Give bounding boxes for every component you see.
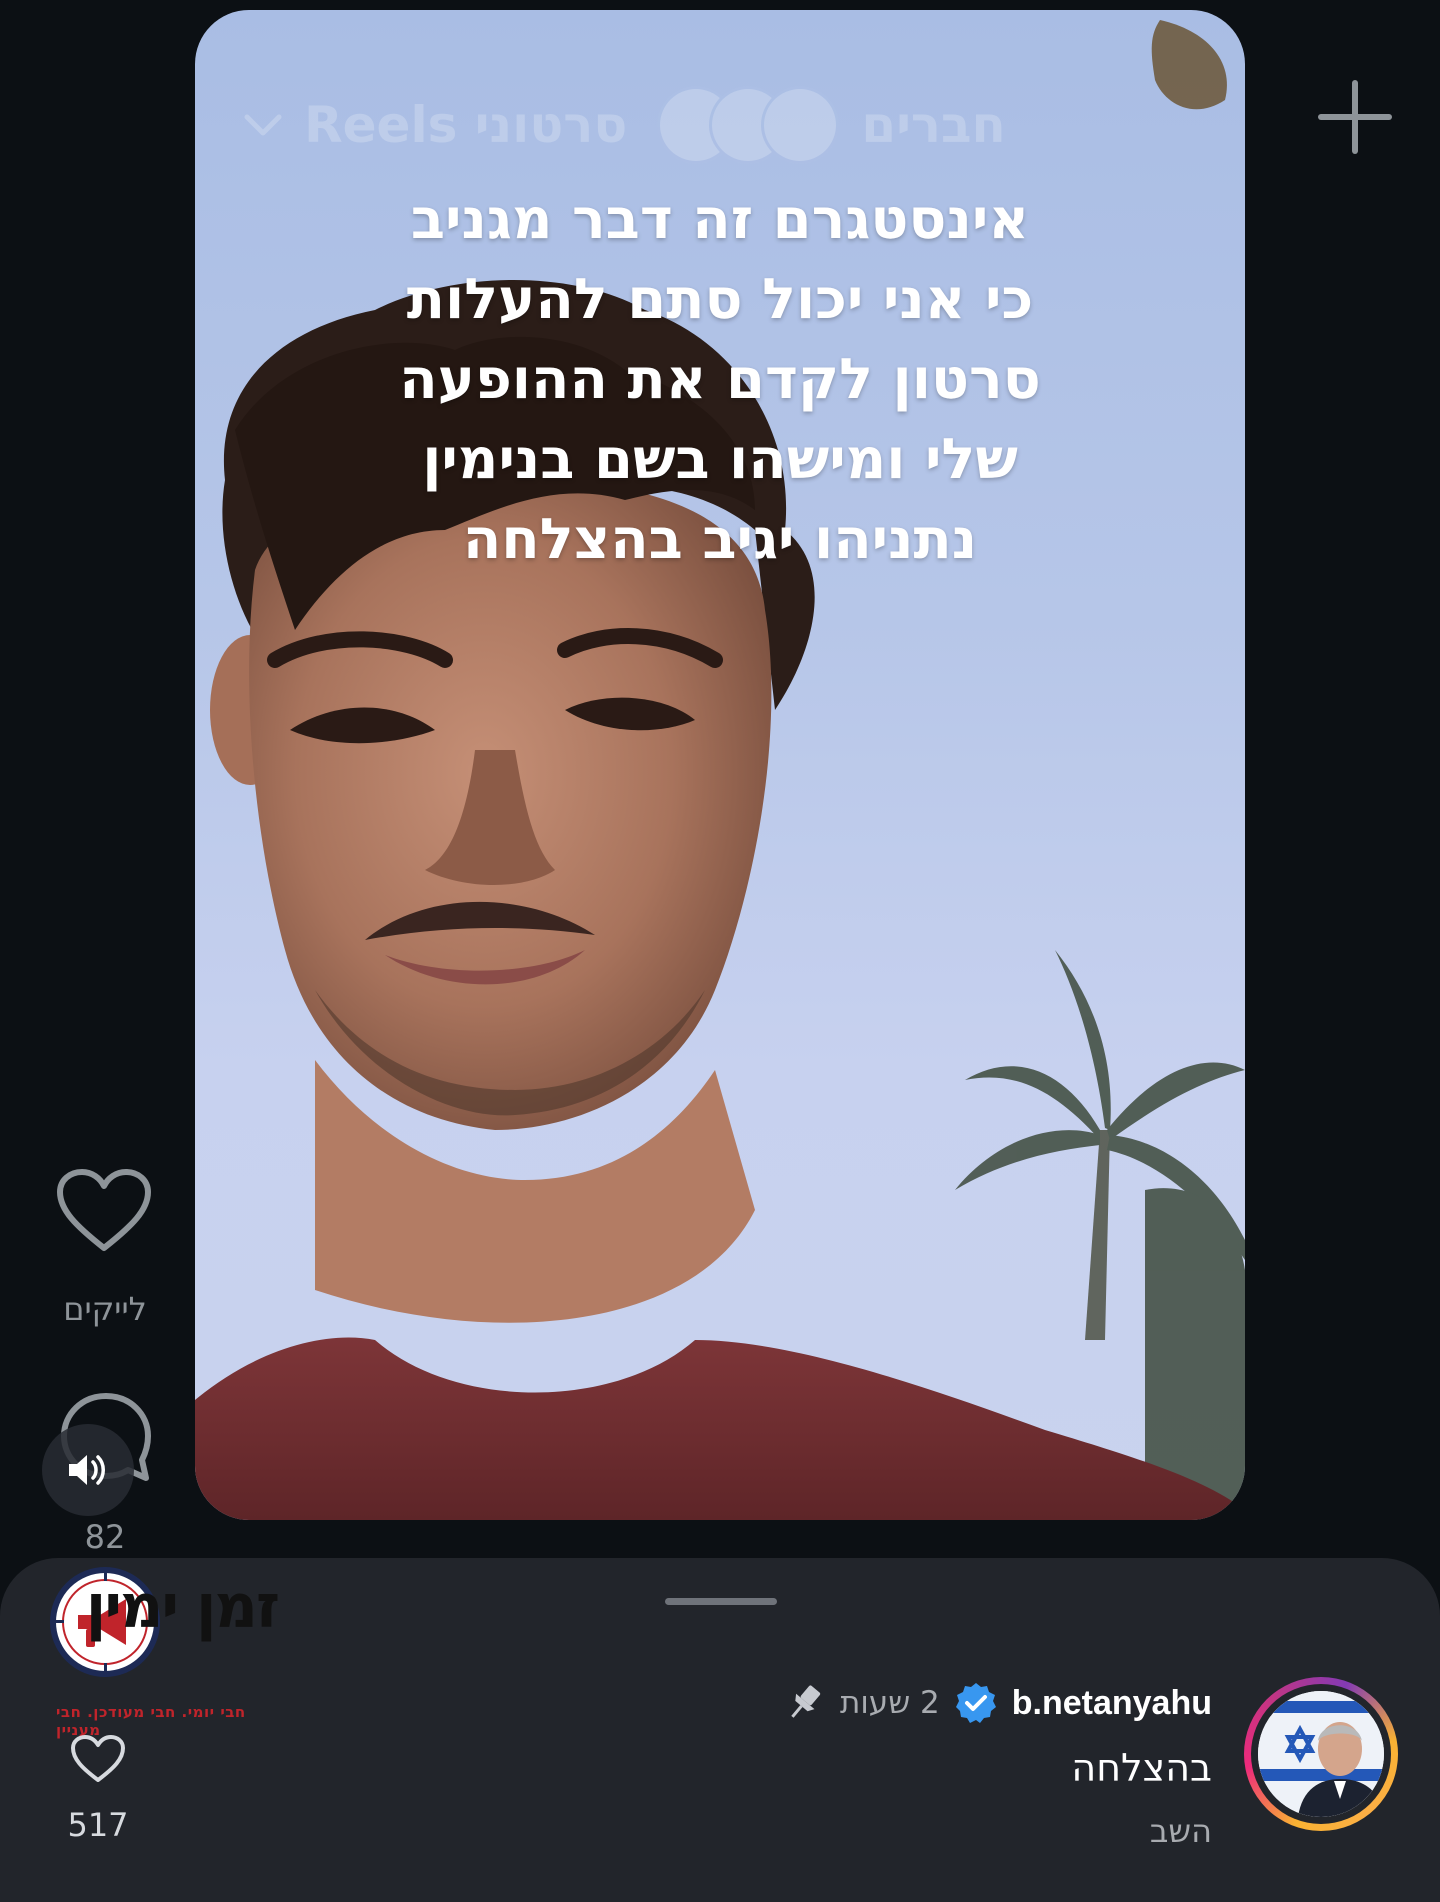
reels-tab-label: סרטוני Reels <box>304 96 628 154</box>
logo-graphic: זמן ימין <box>50 1567 280 1677</box>
avatar-frame <box>1251 1684 1391 1824</box>
speaker-icon <box>69 1455 105 1485</box>
friends-tab-label: חברים <box>861 96 1006 154</box>
friends-tab[interactable]: חברים <box>657 86 1006 164</box>
sound-toggle-button[interactable] <box>42 1424 134 1516</box>
heart-icon[interactable] <box>56 1168 152 1254</box>
caption-line: סרטון לקדם את ההופעה <box>399 347 1041 412</box>
video-caption: אינסטגרם זה דבר מגניב כי אני יכול סתם לה… <box>195 180 1245 580</box>
reel-video[interactable]: סרטוני Reels חברים אינסטגרם זה דבר מגניב… <box>195 10 1245 1520</box>
caption-line: נתניהו יגיב בהצלחה <box>462 507 978 572</box>
reels-top-nav: סרטוני Reels חברים <box>195 86 1150 164</box>
logo-brand-text: זמן ימין <box>86 1572 278 1642</box>
avatar-photo <box>1258 1691 1384 1817</box>
comment-time: 2 שעות <box>839 1685 940 1721</box>
likes-label: לייקים <box>63 1290 147 1328</box>
reels-tab[interactable]: סרטוני Reels <box>244 96 627 154</box>
reply-button[interactable]: השב <box>1150 1812 1212 1850</box>
plus-icon[interactable] <box>1318 80 1392 154</box>
comment-text: בהצלחה <box>1071 1746 1212 1790</box>
avatar[interactable] <box>1244 1677 1398 1831</box>
comment-like-count: 517 <box>67 1806 129 1844</box>
verified-icon <box>955 1683 996 1723</box>
reels-screen: סרטוני Reels חברים אינסטגרם זה דבר מגניב… <box>0 0 1440 1902</box>
caption-line: שלי ומישהו בשם בנימין <box>422 427 1018 492</box>
pin-icon <box>791 1685 821 1718</box>
comment-username[interactable]: b.netanyahu <box>1012 1684 1212 1723</box>
profile-photo-image <box>1258 1691 1384 1817</box>
chevron-down-icon <box>244 114 282 136</box>
caption-line: כי אני יכול סתם להעלות <box>406 267 1034 332</box>
caption-line: אינסטגרם זה דבר מגניב <box>410 187 1030 252</box>
friends-avatars <box>657 86 840 164</box>
heart-icon[interactable] <box>70 1734 126 1784</box>
comment-header: 2 שעות b.netanyahu <box>782 1678 1212 1728</box>
sheet-drag-handle[interactable] <box>665 1598 777 1605</box>
comment-count: 82 <box>84 1518 126 1556</box>
avatar <box>761 86 840 164</box>
